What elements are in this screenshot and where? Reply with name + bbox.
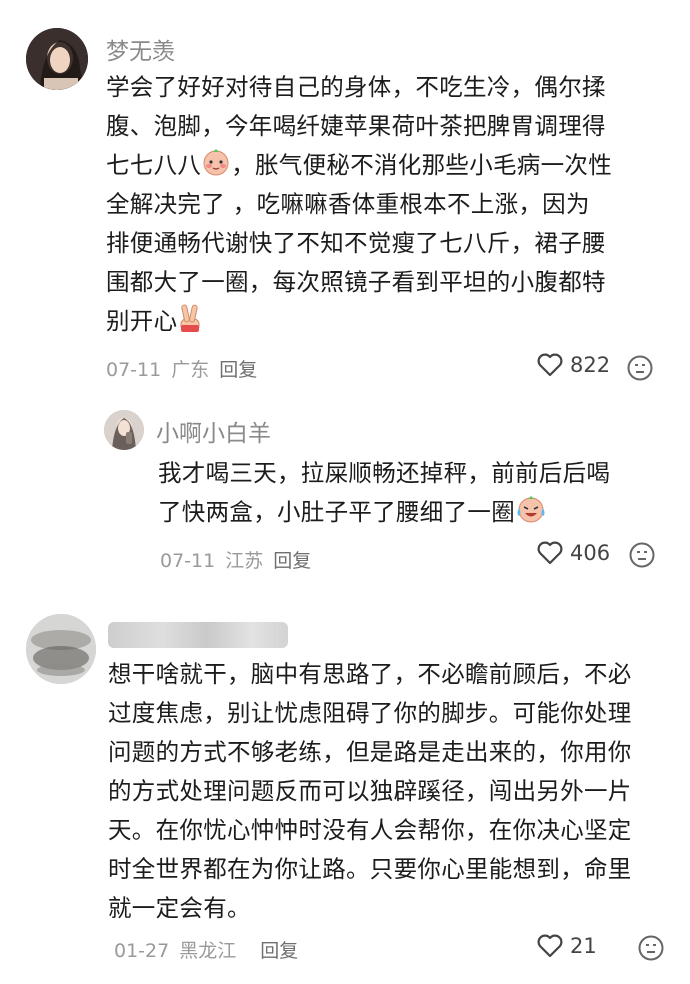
heart-icon	[537, 541, 563, 565]
username-blurred[interactable]	[108, 622, 288, 648]
avatar-image	[26, 614, 96, 684]
comment-date: 01-27	[114, 940, 170, 962]
avatar-image	[26, 28, 88, 90]
comment-meta: 01-27 黑龙江 回复	[114, 936, 308, 963]
reply-button[interactable]: 回复	[260, 940, 298, 962]
blush-emoji-icon	[203, 149, 229, 176]
comment-meta: 07-11 广东 回复	[106, 355, 267, 382]
comment-text: 我才喝三天，拉屎顺畅还掉秤，前前后后喝 了快两盒，小肚子平了腰细了一圈	[158, 459, 611, 526]
avatar[interactable]	[26, 614, 96, 684]
like-button[interactable]: 822	[536, 352, 610, 378]
emoji-reaction-icon[interactable]	[628, 541, 656, 569]
avatar-image	[104, 410, 144, 450]
like-count: 822	[570, 353, 611, 377]
like-count: 21	[570, 934, 597, 958]
reply-button[interactable]: 回复	[219, 359, 257, 381]
victory-hand-emoji-icon	[180, 304, 200, 332]
comment-location: 广东	[171, 359, 210, 381]
comment-text: 学会了好好对待自己的身体，不吃生冷，偶尔揉 腹、泡脚，今年喝纤婕苹果荷叶茶把脾胃…	[106, 73, 613, 335]
like-button[interactable]: 21	[536, 933, 597, 959]
reply-button[interactable]: 回复	[273, 550, 311, 572]
crying-laugh-emoji-icon	[517, 496, 545, 523]
username[interactable]: 小啊小白羊	[156, 414, 271, 448]
avatar[interactable]	[104, 410, 144, 450]
avatar[interactable]	[26, 28, 88, 90]
heart-icon	[537, 934, 563, 958]
username[interactable]: 梦无羡	[106, 32, 175, 66]
like-button[interactable]: 406	[536, 540, 610, 566]
comment-meta: 07-11 江苏 回复	[160, 546, 321, 573]
comment-location: 江苏	[225, 550, 264, 572]
like-count: 406	[570, 541, 611, 565]
comment-location: 黑龙江	[179, 940, 237, 962]
emoji-reaction-icon[interactable]	[637, 934, 665, 962]
emoji-reaction-icon[interactable]	[626, 354, 654, 382]
heart-icon	[537, 353, 563, 377]
comment-date: 07-11	[106, 359, 162, 381]
comment-date: 07-11	[160, 550, 216, 572]
comment-text: 想干啥就干，脑中有思路了，不必瞻前顾后，不必 过度焦虑，别让忧虑阻碍了你的脚步。…	[108, 660, 632, 922]
